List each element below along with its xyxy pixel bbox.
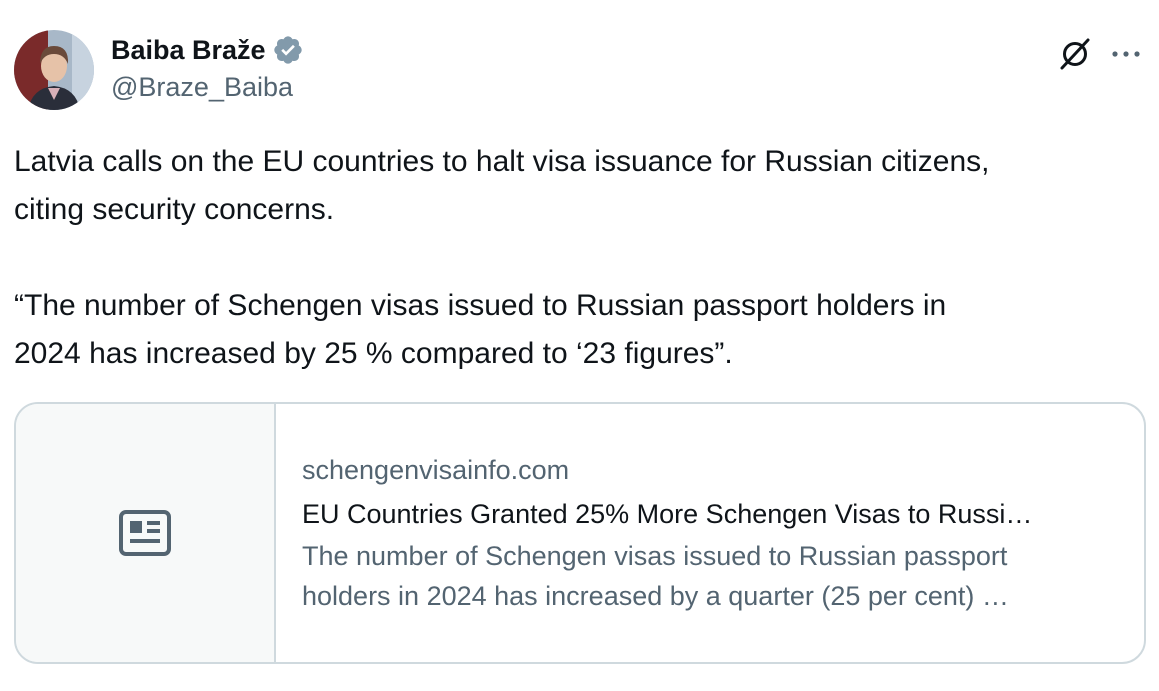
card-thumbnail: [16, 404, 276, 662]
tweet-header: Baiba Braže @Braze_Baiba: [14, 30, 1145, 110]
grok-slash-circle-icon[interactable]: [1056, 34, 1094, 72]
link-preview-card[interactable]: schengenvisainfo.com EU Countries Grante…: [14, 402, 1146, 664]
name-row: Baiba Braže: [111, 30, 304, 70]
card-body: schengenvisainfo.com EU Countries Grante…: [276, 404, 1144, 662]
card-description-line: holders in 2024 has increased by a quart…: [302, 581, 1009, 611]
avatar[interactable]: [14, 30, 94, 110]
avatar-image: [14, 30, 94, 110]
author-name[interactable]: Baiba Braže: [111, 35, 266, 66]
tweet-text-line: Latvia calls on the EU countries to halt…: [14, 145, 990, 178]
author-handle[interactable]: @Braze_Baiba: [111, 72, 304, 103]
user-info: Baiba Braže @Braze_Baiba: [111, 30, 304, 103]
card-description-line: The number of Schengen visas issued to R…: [302, 541, 1008, 571]
tweet-text-line: 2024 has increased by 25 % compared to ‘…: [14, 337, 733, 370]
more-horizontal-icon[interactable]: [1106, 34, 1146, 72]
article-icon: [119, 510, 171, 556]
tweet-text: Latvia calls on the EU countries to halt…: [14, 138, 1149, 378]
card-title: EU Countries Granted 25% More Schengen V…: [302, 499, 1033, 529]
card-domain: schengenvisainfo.com: [302, 455, 570, 485]
tweet-text-line: citing security concerns.: [14, 193, 335, 226]
verified-badge-icon[interactable]: [272, 34, 304, 66]
tweet-text-line: “The number of Schengen visas issued to …: [14, 289, 947, 322]
card-description: The number of Schengen visas issued to R…: [302, 536, 1108, 616]
